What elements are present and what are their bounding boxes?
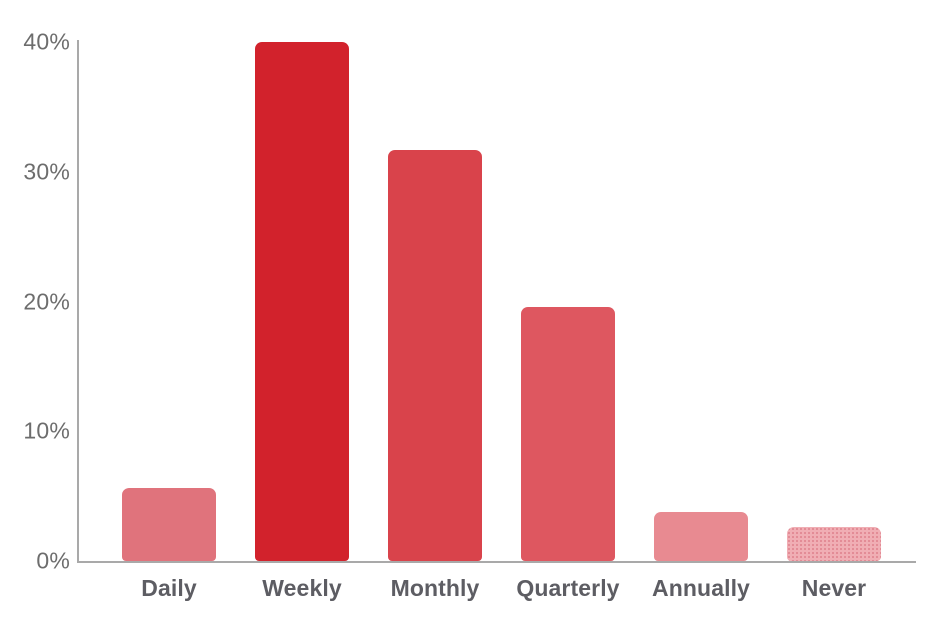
plot-area [79, 0, 916, 561]
bar-daily[interactable] [122, 488, 216, 561]
x-axis-line [77, 561, 916, 563]
bar-quarterly[interactable] [521, 306, 615, 561]
bar-weekly[interactable] [255, 42, 349, 561]
y-axis-tick-label: 30% [23, 158, 70, 185]
x-axis-label-never: Never [801, 575, 867, 601]
y-axis-tick-label: 40% [23, 28, 70, 55]
x-axis-label-weekly: Weekly [262, 575, 342, 601]
bar-never[interactable] [787, 527, 881, 561]
bar-monthly[interactable] [388, 149, 482, 561]
x-axis-category-labels: Daily Weekly Monthly Quarterly Annually Never [79, 575, 916, 625]
x-axis-label-daily: Daily [141, 575, 197, 601]
y-axis-tick-label: 20% [23, 288, 70, 314]
x-axis-label-quarterly: Quarterly [516, 575, 620, 601]
bar-chart: 0% 10% 20% 30% 40% Daily Weekly Monthly Quarter… [0, 0, 941, 631]
x-axis-label-monthly: Monthly [390, 575, 480, 601]
y-axis-tick-label: 0% [36, 547, 70, 574]
y-axis-tick-labels: 0% 10% 20% 30% 40% [0, 0, 70, 631]
y-axis-tick-label: 10% [23, 417, 70, 444]
x-axis-label-annually: Annually [652, 575, 750, 601]
bar-annually[interactable] [654, 511, 748, 561]
